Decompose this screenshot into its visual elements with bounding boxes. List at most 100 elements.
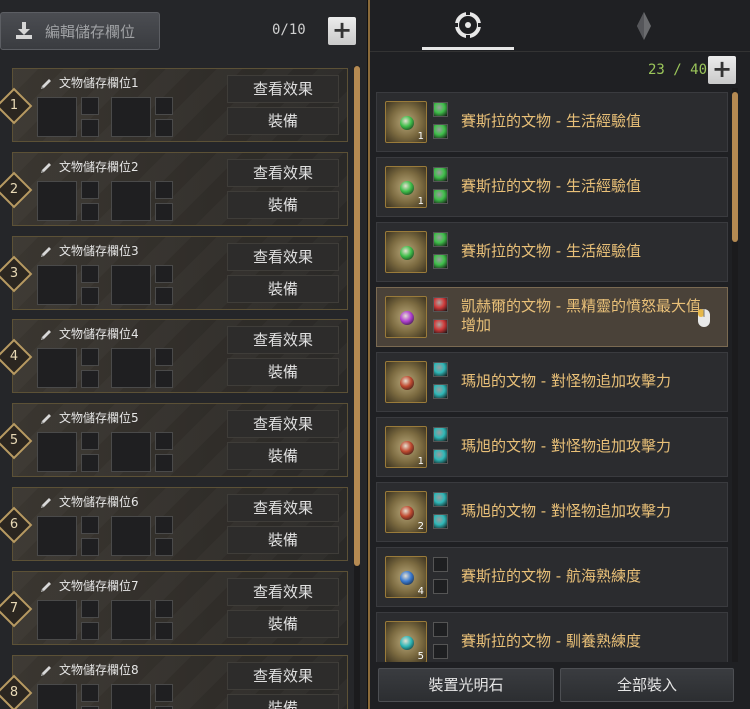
view-effect-button[interactable]: 查看效果 bbox=[227, 410, 339, 439]
artifact-item[interactable]: 瑪旭的文物 - 對怪物追加攻擊力 bbox=[376, 352, 728, 412]
artifact-item[interactable]: 凱赫爾的文物 - 黑精靈的憤怒最大值增加 bbox=[376, 287, 728, 347]
view-effect-button[interactable]: 查看效果 bbox=[227, 494, 339, 522]
tab-light-stones[interactable] bbox=[598, 0, 690, 52]
equip-button[interactable]: 裝備 bbox=[227, 693, 339, 709]
pencil-icon[interactable] bbox=[39, 412, 53, 426]
add-slot-button[interactable]: + bbox=[328, 17, 356, 45]
stone-socket[interactable] bbox=[81, 370, 99, 389]
artifact-socket[interactable] bbox=[111, 516, 151, 556]
stone-socket[interactable] bbox=[81, 119, 99, 137]
artifact-socket[interactable] bbox=[37, 264, 77, 305]
pencil-icon[interactable] bbox=[39, 245, 53, 259]
view-effect-button[interactable]: 查看效果 bbox=[227, 661, 339, 690]
empty-stone-socket bbox=[433, 644, 448, 659]
load-all-button[interactable]: 全部裝入 bbox=[560, 668, 734, 702]
stone-socket[interactable] bbox=[155, 705, 173, 709]
view-effect-button[interactable]: 查看效果 bbox=[227, 577, 339, 606]
pencil-icon[interactable] bbox=[39, 77, 53, 91]
slot-number: 7 bbox=[9, 600, 19, 616]
light-stone-gem-icon bbox=[433, 362, 448, 377]
stone-socket[interactable] bbox=[81, 683, 99, 702]
artifact-socket[interactable] bbox=[37, 516, 77, 556]
stone-socket[interactable] bbox=[81, 516, 99, 534]
stone-socket[interactable] bbox=[81, 348, 99, 367]
stone-socket[interactable] bbox=[81, 286, 99, 305]
artifact-socket[interactable] bbox=[111, 97, 151, 137]
equip-button[interactable]: 裝備 bbox=[227, 190, 339, 219]
stone-socket[interactable] bbox=[81, 432, 99, 451]
stone-socket[interactable] bbox=[155, 683, 173, 702]
stone-socket[interactable] bbox=[155, 621, 173, 640]
artifact-item[interactable]: 賽斯拉的文物 - 生活經驗值 bbox=[376, 222, 728, 282]
artifact-item[interactable]: 2 瑪旭的文物 - 對怪物追加攻擊力 bbox=[376, 482, 728, 542]
artifact-socket[interactable] bbox=[37, 683, 77, 709]
artifact-socket[interactable] bbox=[111, 683, 151, 709]
artifact-socket[interactable] bbox=[111, 599, 151, 640]
stone-socket[interactable] bbox=[155, 202, 173, 221]
artifact-socket[interactable] bbox=[37, 180, 77, 221]
artifact-item[interactable]: 5 賽斯拉的文物 - 馴養熟練度 bbox=[376, 612, 728, 662]
artifact-item[interactable]: 4 賽斯拉的文物 - 航海熟練度 bbox=[376, 547, 728, 607]
stone-socket[interactable] bbox=[155, 97, 173, 115]
stone-socket[interactable] bbox=[155, 180, 173, 199]
stone-socket[interactable] bbox=[155, 599, 173, 618]
equip-button[interactable]: 裝備 bbox=[227, 442, 339, 471]
stone-socket[interactable] bbox=[81, 538, 99, 556]
view-effect-button[interactable]: 查看效果 bbox=[227, 158, 339, 187]
stone-socket[interactable] bbox=[155, 516, 173, 534]
stone-socket[interactable] bbox=[155, 432, 173, 451]
slot-number: 8 bbox=[9, 684, 19, 700]
stone-socket[interactable] bbox=[81, 454, 99, 473]
artifact-item[interactable]: 1 賽斯拉的文物 - 生活經驗值 bbox=[376, 157, 728, 217]
stone-socket[interactable] bbox=[155, 286, 173, 305]
artifact-socket[interactable] bbox=[111, 180, 151, 221]
artifact-socket[interactable] bbox=[37, 432, 77, 473]
artifact-socket[interactable] bbox=[111, 432, 151, 473]
stone-socket[interactable] bbox=[155, 538, 173, 556]
equip-button[interactable]: 裝備 bbox=[227, 526, 339, 554]
artifact-item[interactable]: 1 賽斯拉的文物 - 生活經驗值 bbox=[376, 92, 728, 152]
edit-storage-slots-button[interactable]: 編輯儲存欄位 bbox=[0, 12, 160, 50]
artifact-socket[interactable] bbox=[111, 264, 151, 305]
artifact-socket[interactable] bbox=[37, 97, 77, 137]
pencil-icon[interactable] bbox=[39, 161, 53, 175]
artifact-socket[interactable] bbox=[37, 599, 77, 640]
left-scrollbar-thumb[interactable] bbox=[354, 66, 360, 566]
install-light-stone-button[interactable]: 裝置光明石 bbox=[378, 668, 554, 702]
artifact-socket[interactable] bbox=[111, 348, 151, 389]
equip-button[interactable]: 裝備 bbox=[227, 107, 339, 135]
pencil-icon[interactable] bbox=[39, 328, 53, 342]
stone-socket[interactable] bbox=[155, 348, 173, 367]
stone-socket[interactable] bbox=[81, 599, 99, 618]
pencil-icon[interactable] bbox=[39, 580, 53, 594]
equip-button[interactable]: 裝備 bbox=[227, 274, 339, 303]
view-effect-button[interactable]: 查看效果 bbox=[227, 242, 339, 271]
stone-socket[interactable] bbox=[81, 264, 99, 283]
stone-socket[interactable] bbox=[81, 621, 99, 640]
stone-socket[interactable] bbox=[155, 454, 173, 473]
artifact-gem-icon bbox=[400, 506, 414, 520]
stone-socket[interactable] bbox=[155, 264, 173, 283]
stone-socket[interactable] bbox=[155, 119, 173, 137]
view-effect-button[interactable]: 查看效果 bbox=[227, 326, 339, 355]
stone-socket[interactable] bbox=[81, 180, 99, 199]
tab-artifacts[interactable] bbox=[422, 0, 514, 52]
pencil-icon[interactable] bbox=[39, 496, 53, 510]
tab-bar bbox=[370, 0, 750, 52]
slot-number-badge: 2 bbox=[0, 171, 33, 209]
artifact-icon: 4 bbox=[385, 556, 427, 598]
stone-socket[interactable] bbox=[81, 97, 99, 115]
pencil-icon[interactable] bbox=[39, 664, 53, 678]
slot-name: 文物儲存欄位6 bbox=[59, 495, 139, 509]
right-scrollbar-thumb[interactable] bbox=[732, 92, 738, 242]
artifact-name: 賽斯拉的文物 - 生活經驗值 bbox=[461, 112, 641, 130]
artifact-socket[interactable] bbox=[37, 348, 77, 389]
view-effect-button[interactable]: 查看效果 bbox=[227, 75, 339, 103]
expand-inventory-button[interactable]: + bbox=[708, 56, 736, 84]
artifact-item[interactable]: 1 瑪旭的文物 - 對怪物追加攻擊力 bbox=[376, 417, 728, 477]
stone-socket[interactable] bbox=[155, 370, 173, 389]
equip-button[interactable]: 裝備 bbox=[227, 609, 339, 638]
stone-socket[interactable] bbox=[81, 705, 99, 709]
equip-button[interactable]: 裝備 bbox=[227, 358, 339, 387]
stone-socket[interactable] bbox=[81, 202, 99, 221]
